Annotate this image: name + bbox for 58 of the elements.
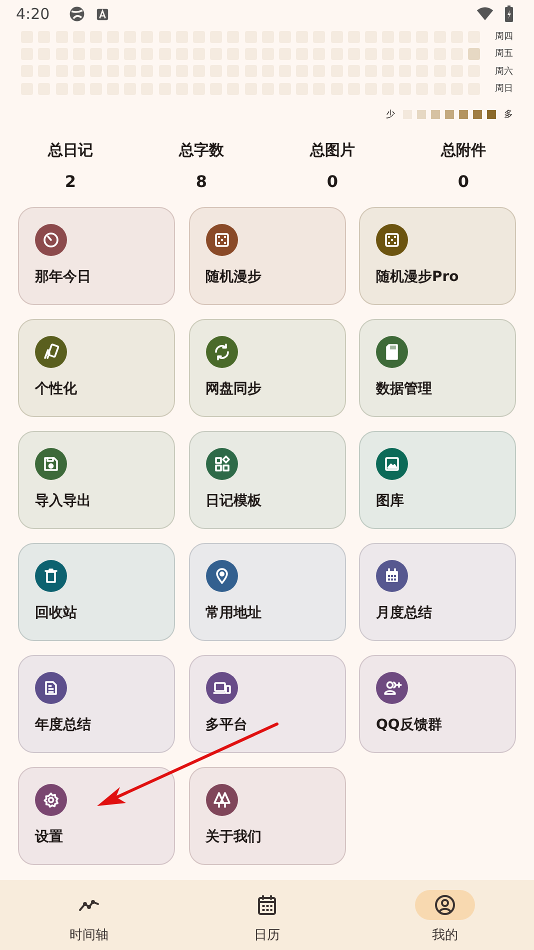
person-icon: [433, 893, 457, 917]
feature-card[interactable]: 多平台: [188, 655, 346, 754]
feature-card[interactable]: 网盘同步: [188, 319, 346, 418]
feature-card[interactable]: 导入导出: [18, 431, 175, 530]
stat-label: 总图片: [310, 141, 355, 160]
feature-label: 年度总结: [35, 716, 91, 734]
status-time: 4:20: [16, 5, 50, 23]
feature-card[interactable]: 常用地址: [188, 543, 346, 642]
feature-label: 设置: [35, 828, 63, 846]
feature-label: 个性化: [35, 380, 77, 398]
stat-label: 总附件: [441, 141, 486, 160]
feature-card[interactable]: 随机漫步Pro: [359, 207, 516, 306]
nav-tab[interactable]: 我的: [356, 880, 534, 950]
feature-label: 常用地址: [206, 604, 262, 622]
feature-label: 那年今日: [35, 268, 91, 286]
feature-label: 数据管理: [376, 380, 432, 398]
globe-icon: [68, 5, 86, 23]
legend-high-label: 多: [504, 108, 513, 121]
keyboard-icon: [96, 8, 109, 20]
feature-card[interactable]: 月度总结: [359, 543, 516, 642]
feature-card[interactable]: 图库: [359, 431, 516, 530]
feature-card[interactable]: 回收站: [18, 543, 175, 642]
feature-card[interactable]: 数据管理: [359, 319, 516, 418]
feature-label: 多平台: [206, 716, 248, 734]
nav-tab[interactable]: 时间轴: [0, 880, 178, 950]
feature-label: 图库: [376, 492, 404, 510]
feature-card[interactable]: QQ反馈群: [359, 655, 516, 754]
feature-card[interactable]: 设置: [18, 767, 175, 866]
feature-card[interactable]: 关于我们: [188, 767, 346, 866]
feature-card[interactable]: 个性化: [18, 319, 175, 418]
feature-card[interactable]: 那年今日: [18, 207, 175, 306]
feature-card[interactable]: 随机漫步: [188, 207, 346, 306]
stat-value: 8: [196, 172, 208, 192]
wifi-icon: [476, 5, 494, 23]
stat-label: 总字数: [179, 141, 224, 160]
feature-label: 关于我们: [206, 828, 262, 846]
feature-label: 导入导出: [35, 492, 91, 510]
feature-label: 月度总结: [376, 604, 432, 622]
feature-card[interactable]: 年度总结: [18, 655, 175, 754]
feature-label: QQ反馈群: [376, 716, 442, 734]
weekday-label: 周五: [495, 48, 513, 60]
feature-card[interactable]: 日记模板: [188, 431, 346, 530]
battery-icon: [504, 5, 514, 23]
weekday-label: 周日: [495, 83, 513, 96]
nav-tab[interactable]: 日历: [178, 880, 356, 950]
feature-label: 回收站: [35, 604, 77, 622]
feature-label: 随机漫步: [206, 268, 262, 286]
stat-value: 0: [458, 172, 470, 192]
feature-label: 日记模板: [206, 492, 262, 510]
weekday-label: 周四: [495, 31, 513, 44]
stat-value: 2: [64, 172, 76, 192]
stat-label: 总日记: [48, 141, 93, 160]
weekday-label: 周六: [495, 66, 513, 78]
stat-value: 0: [326, 172, 338, 192]
feature-label: 随机漫步Pro: [376, 268, 459, 286]
legend-low-label: 少: [386, 108, 395, 121]
calendar-icon: [255, 893, 279, 917]
feature-label: 网盘同步: [206, 380, 262, 398]
